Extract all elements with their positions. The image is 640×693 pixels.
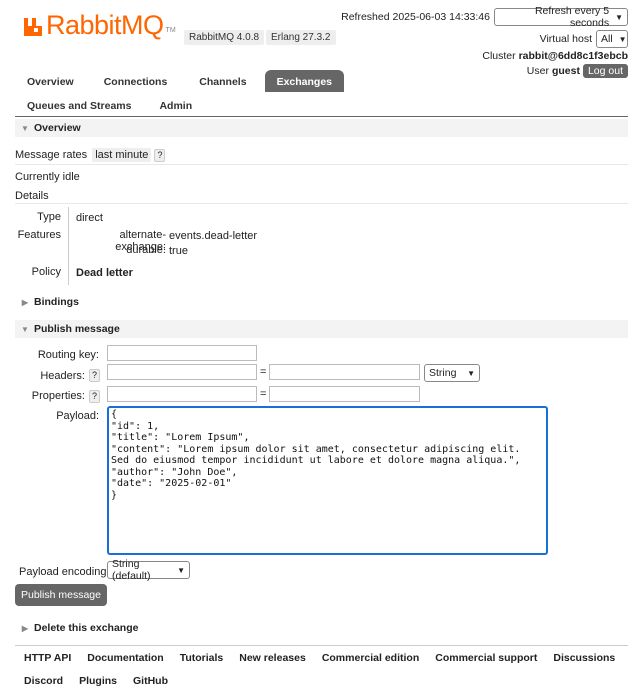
delete-title: Delete this exchange (34, 622, 139, 634)
footer-link-http-api[interactable]: HTTP API (24, 652, 71, 664)
footer-link-discussions[interactable]: Discussions (553, 652, 615, 664)
collapsed-triangle-icon: ▶ (21, 298, 29, 307)
property-key-input[interactable] (107, 386, 257, 402)
message-rates-range[interactable]: last minute (92, 148, 152, 162)
feature-value-alternate-exchange: events.dead-letter (169, 230, 258, 242)
tab-connections[interactable]: Connections (92, 70, 180, 92)
publish-message-button[interactable]: Publish message (15, 584, 107, 606)
delete-section-header[interactable]: ▶ Delete this exchange (15, 619, 628, 637)
payload-textarea[interactable] (107, 406, 548, 555)
tab-channels[interactable]: Channels (187, 70, 258, 92)
footer-links: HTTP API Documentation Tutorials New rel… (24, 652, 615, 664)
routing-key-input[interactable] (107, 345, 257, 361)
refreshed-timestamp: Refreshed 2025-06-03 14:33:46 (341, 11, 490, 23)
payload-encoding-value: String (default) (112, 558, 151, 582)
message-rates-label: Message rates (15, 149, 88, 161)
vhost-value: All (601, 33, 613, 45)
vhost-select[interactable]: All ▼ (596, 30, 628, 48)
equals-sign: = (260, 366, 267, 378)
policy-label: Policy (31, 266, 61, 278)
footer-link-discord[interactable]: Discord (24, 675, 63, 687)
expanded-triangle-icon: ▼ (21, 325, 29, 334)
tab-overview[interactable]: Overview (15, 70, 86, 92)
bindings-title: Bindings (34, 296, 79, 308)
policy-value[interactable]: Dead letter (76, 267, 133, 279)
overview-title: Overview (34, 122, 81, 134)
publish-section-header[interactable]: ▼ Publish message (15, 320, 628, 338)
expanded-triangle-icon: ▼ (21, 124, 29, 133)
footer-link-github[interactable]: GitHub (133, 675, 168, 687)
main-nav-row2: Queues and Streams Admin (15, 94, 204, 116)
footer-link-plugins[interactable]: Plugins (79, 675, 117, 687)
tab-admin[interactable]: Admin (147, 94, 204, 116)
header-key-input[interactable] (107, 364, 257, 380)
tab-exchanges[interactable]: Exchanges (264, 70, 345, 92)
refresh-interval-select[interactable]: Refresh every 5 seconds ▼ (494, 5, 628, 29)
brand-name: RabbitMQ (46, 10, 164, 40)
user-name: guest (551, 65, 580, 77)
bindings-section-header[interactable]: ▶ Bindings (15, 293, 628, 311)
routing-key-label: Routing key: (37, 349, 99, 361)
payload-encoding-label: Payload encoding: (19, 566, 110, 578)
refresh-interval-value: Refresh every 5 seconds (534, 5, 610, 29)
logout-button[interactable]: Log out (582, 64, 628, 78)
erlang-version: Erlang 27.3.2 (266, 30, 336, 45)
header-type-select[interactable]: String ▼ (424, 364, 480, 382)
properties-label: Properties: (31, 390, 85, 402)
chevron-down-icon: ▼ (177, 565, 185, 575)
divider (15, 164, 628, 165)
collapsed-triangle-icon: ▶ (21, 624, 29, 633)
chevron-down-icon: ▼ (615, 12, 623, 22)
headers-label: Headers: (40, 370, 85, 382)
help-icon[interactable]: ? (89, 369, 100, 382)
rabbitmq-version: RabbitMQ 4.0.8 (184, 30, 265, 45)
payload-label: Payload: (56, 410, 99, 422)
footer-link-tutorials[interactable]: Tutorials (180, 652, 224, 664)
footer-link-new-releases[interactable]: New releases (239, 652, 306, 664)
header-type-value: String (429, 367, 457, 379)
type-label: Type (37, 211, 61, 223)
header-value-input[interactable] (269, 364, 420, 380)
chevron-down-icon: ▼ (467, 368, 475, 378)
footer-links-row2: Discord Plugins GitHub (24, 675, 184, 687)
features-label: Features (17, 229, 61, 241)
footer-link-commercial-edition[interactable]: Commercial edition (322, 652, 419, 664)
publish-title: Publish message (34, 323, 120, 335)
property-value-input[interactable] (269, 386, 420, 402)
cluster-label: Cluster (482, 50, 516, 62)
footer-divider (15, 645, 628, 646)
footer-link-documentation[interactable]: Documentation (87, 652, 163, 664)
details-heading: Details (15, 190, 49, 202)
main-nav: Overview Connections Channels Exchanges (15, 70, 345, 92)
footer-link-commercial-support[interactable]: Commercial support (435, 652, 537, 664)
idle-status: Currently idle (15, 171, 80, 183)
feature-value-durable: true (169, 245, 188, 257)
type-value: direct (76, 212, 103, 224)
chevron-down-icon: ▼ (618, 34, 627, 44)
help-icon[interactable]: ? (154, 149, 166, 162)
nav-divider (15, 116, 628, 117)
equals-sign: = (260, 388, 267, 400)
user-label: User (526, 65, 549, 77)
rabbitmq-logo[interactable]: RabbitMQ TM (22, 10, 176, 40)
tab-queues-and-streams[interactable]: Queues and Streams (15, 94, 143, 116)
feature-key-durable: durable: (126, 244, 166, 256)
details-vertical-rule (68, 207, 69, 285)
vhost-label: Virtual host (539, 33, 592, 45)
cluster-name: rabbit@6dd8c1f3ebcb (518, 50, 628, 62)
divider (15, 203, 628, 204)
overview-section-header[interactable]: ▼ Overview (15, 119, 628, 137)
rabbitmq-logo-icon (24, 18, 42, 36)
trademark: TM (165, 27, 176, 34)
payload-encoding-select[interactable]: String (default) ▼ (107, 558, 190, 582)
help-icon[interactable]: ? (89, 390, 100, 403)
